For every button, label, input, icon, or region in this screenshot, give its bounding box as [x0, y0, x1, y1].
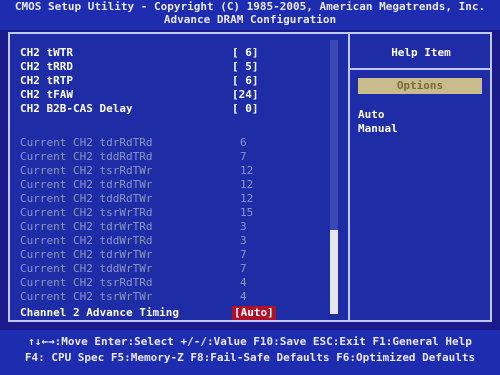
option-manual[interactable]: Manual [358, 122, 398, 135]
setting-value[interactable]: [ 0] [232, 102, 259, 116]
readonly-value: 7 [240, 262, 247, 275]
main-panel: CH2 tWTR [ 6] CH2 tRRD [ 5] CH2 tRTP [ 6… [8, 32, 492, 322]
scrollbar-thumb[interactable] [330, 230, 338, 314]
help-panel: Help Item Options Auto Manual [348, 34, 492, 320]
readonly-value: 4 [240, 290, 247, 303]
readonly-value: 3 [240, 220, 247, 233]
options-header: Options [358, 78, 482, 94]
setting-label: CH2 tRRD [20, 60, 73, 73]
setting-label: CH2 tWTR [20, 46, 73, 59]
readonly-label: Current CH2 tdrRdTWr [20, 178, 153, 191]
readonly-label: Current CH2 tsrRdTWr [20, 164, 153, 177]
readonly-label: Current CH2 tdrWrTWr [20, 248, 153, 261]
readonly-label: Current CH2 tsrWrTWr [20, 290, 153, 303]
key-help-bar: ↑↓←→:Move Enter:Select +/-/:Value F10:Sa… [0, 330, 500, 375]
setting-value[interactable]: [24] [232, 88, 259, 102]
setting-label: CH2 tFAW [20, 88, 73, 101]
selected-value[interactable]: [Auto] [232, 306, 276, 320]
key-help-line-1: ↑↓←→:Move Enter:Select +/-/:Value F10:Sa… [28, 335, 472, 348]
title-bar: CMOS Setup Utility - Copyright (C) 1985-… [0, 0, 500, 30]
help-divider [350, 68, 492, 70]
setting-label: CH2 B2B-CAS Delay [20, 102, 133, 115]
readonly-label: Current CH2 tddWrTWr [20, 262, 153, 275]
page-title: Advance DRAM Configuration [163, 13, 337, 26]
readonly-value: 3 [240, 234, 247, 247]
readonly-label: Current CH2 tddRdTWr [20, 192, 153, 205]
app-title: CMOS Setup Utility - Copyright (C) 1985-… [14, 0, 486, 13]
readonly-label: Current CH2 tsrWrTRd [20, 206, 153, 219]
settings-list: CH2 tWTR [ 6] CH2 tRRD [ 5] CH2 tRTP [ 6… [10, 34, 348, 320]
setting-label: Channel 2 Advance Timing [20, 306, 179, 319]
readonly-value: 7 [240, 248, 247, 261]
help-title: Help Item [391, 46, 451, 59]
scrollbar[interactable] [330, 40, 338, 314]
key-help-line-2: F4: CPU Spec F5:Memory-Z F8:Fail-Safe De… [24, 351, 476, 364]
readonly-value: 12 [240, 192, 254, 205]
setting-value[interactable]: [ 5] [232, 60, 259, 74]
readonly-value: 12 [240, 164, 254, 177]
setting-label: CH2 tRTP [20, 74, 73, 87]
readonly-value: 12 [240, 178, 254, 191]
setting-value[interactable]: [ 6] [232, 46, 259, 60]
readonly-label: Current CH2 tdrRdTRd [20, 136, 153, 149]
readonly-label: Current CH2 tddRdTRd [20, 150, 153, 163]
readonly-value: 7 [240, 150, 247, 163]
readonly-value: 4 [240, 276, 247, 289]
readonly-label: Current CH2 tdrWrTRd [20, 220, 153, 233]
setting-value[interactable]: [ 6] [232, 74, 259, 88]
readonly-value: 6 [240, 136, 247, 149]
readonly-value: 15 [240, 206, 254, 219]
readonly-label: Current CH2 tddWrTRd [20, 234, 153, 247]
option-auto[interactable]: Auto [358, 108, 385, 121]
readonly-label: Current CH2 tsrRdTRd [20, 276, 153, 289]
